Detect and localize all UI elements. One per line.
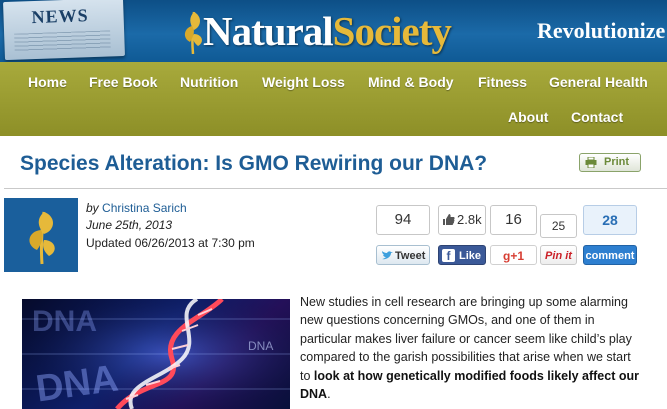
pinterest-button[interactable]: Pin it <box>540 245 577 265</box>
nav-weight-loss[interactable]: Weight Loss <box>262 74 345 90</box>
article-title[interactable]: Species Alteration: Is GMO Rewiring our … <box>20 152 487 176</box>
updated-date: Updated 06/26/2013 at 7:30 pm <box>86 236 255 250</box>
thumbs-up-icon <box>443 214 455 225</box>
nav-about[interactable]: About <box>508 109 548 125</box>
nav-nutrition[interactable]: Nutrition <box>180 74 238 90</box>
news-paper-graphic: NEWS <box>3 0 125 61</box>
header-tagline: Revolutionize Y <box>537 18 667 43</box>
nav-contact[interactable]: Contact <box>571 109 623 125</box>
article-image: DNA DNA DNA <box>22 299 290 409</box>
title-divider <box>4 188 667 189</box>
printer-icon <box>585 157 597 168</box>
tweet-label: Tweet <box>395 250 426 262</box>
google-plus-count: 16 <box>490 205 537 235</box>
twitter-bird-icon <box>382 251 393 260</box>
by-prefix: by <box>86 201 99 215</box>
pinterest-count: 25 <box>540 214 577 238</box>
facebook-like-button[interactable]: f Like <box>438 245 486 265</box>
facebook-icon: f <box>442 249 455 263</box>
main-nav: Home Free Book Nutrition Weight Loss Min… <box>0 62 667 136</box>
site-header: NEWS NaturalSociety Revolutionize Y <box>0 0 667 62</box>
author-link[interactable]: Christina Sarich <box>102 201 187 215</box>
nav-home[interactable]: Home <box>28 74 67 90</box>
facebook-count: 2.8k <box>438 205 486 235</box>
publish-date: June 25th, 2013 <box>86 218 173 232</box>
logo-society-text: Society <box>332 8 452 54</box>
tweet-count: 94 <box>376 205 430 235</box>
google-plus-button[interactable]: g+1 <box>490 245 537 265</box>
logo-natural-text: Natural <box>203 8 334 54</box>
nav-general-health[interactable]: General Health <box>549 74 648 90</box>
article-link-bold[interactable]: look at how genetically modified foods l… <box>300 369 639 401</box>
comment-count: 28 <box>583 205 637 235</box>
print-label: Print <box>604 156 630 168</box>
site-logo[interactable]: NaturalSociety <box>203 7 452 55</box>
comment-button[interactable]: comment <box>583 245 637 265</box>
author-avatar <box>4 198 78 272</box>
google-plus-label: +1 <box>510 249 525 263</box>
article-intro: New studies in cell research are bringin… <box>300 295 639 402</box>
facebook-like-label: Like <box>459 250 482 262</box>
byline: by Christina Sarich <box>86 201 187 215</box>
nav-mind-body[interactable]: Mind & Body <box>368 74 454 90</box>
news-badge: NEWS <box>31 5 89 28</box>
print-button[interactable]: Print <box>579 153 641 172</box>
dna-watermark-text-2: DNA <box>248 339 274 353</box>
dna-watermark-text-1: DNA <box>32 305 97 338</box>
tweet-button[interactable]: Tweet <box>376 245 430 265</box>
nav-free-book[interactable]: Free Book <box>89 74 157 90</box>
nav-fitness[interactable]: Fitness <box>478 74 527 90</box>
